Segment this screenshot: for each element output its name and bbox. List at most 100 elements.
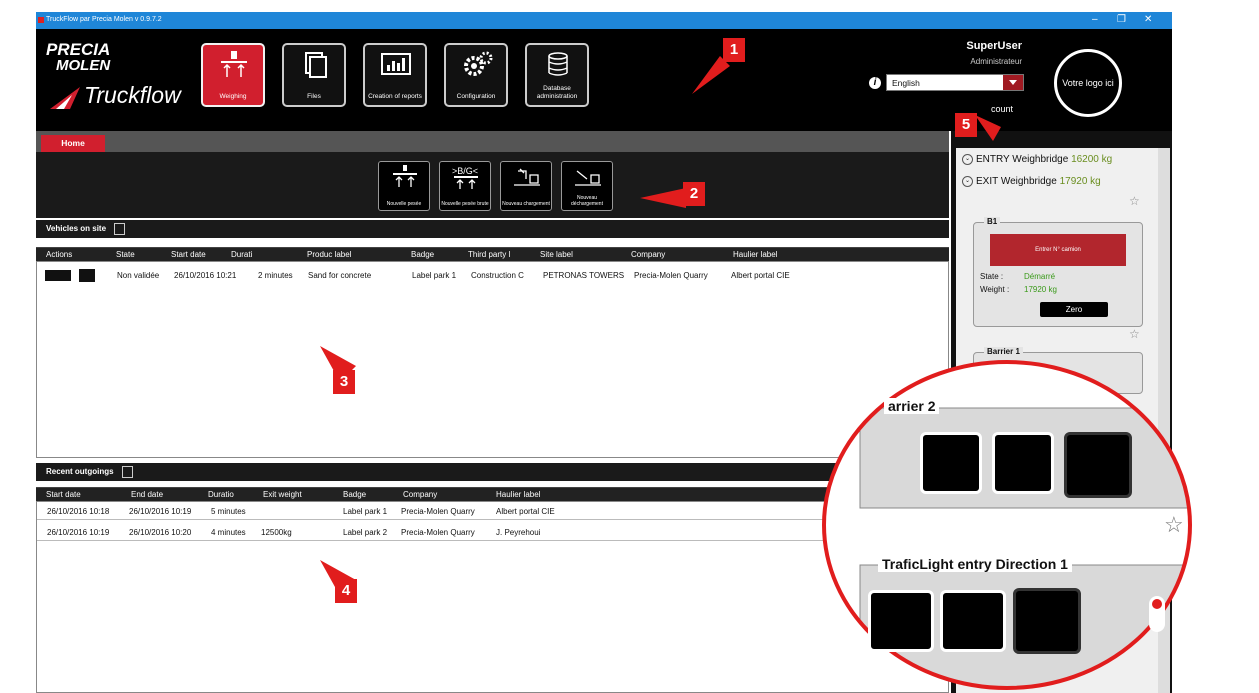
restore-icon[interactable]: ❐: [1117, 14, 1126, 25]
col-haulier-label[interactable]: Haulier label: [496, 488, 540, 501]
col-badge[interactable]: Badge: [343, 488, 366, 501]
table-row[interactable]: 26/10/2016 10:19 26/10/2016 10:20 4 minu…: [37, 525, 937, 541]
col-duration[interactable]: Durati: [231, 248, 252, 261]
col-haulier-label[interactable]: Haulier label: [733, 248, 777, 261]
col-state[interactable]: State: [116, 248, 135, 261]
nav-label: Configuration: [456, 93, 496, 100]
weighbridge-name: EXIT Weighbridge: [976, 176, 1057, 188]
tab-home[interactable]: Home: [41, 135, 105, 152]
new-gross-weighing-button[interactable]: >B/G< Nouvelle pesée brute: [439, 161, 491, 211]
quick-label: Nouvelle pesée: [386, 201, 422, 207]
nav-label: Files: [307, 93, 321, 100]
traffic-green-lock-button[interactable]: [868, 590, 934, 652]
cell-exit-weight: 12500kg: [261, 528, 292, 537]
col-company[interactable]: Company: [631, 248, 665, 261]
new-weighing-button[interactable]: Nouvelle pesée: [378, 161, 430, 211]
cell-duration: 5 minutes: [211, 507, 246, 516]
col-start-date[interactable]: Start date: [171, 248, 206, 261]
cell-company: Precia-Molen Quarry: [401, 507, 475, 516]
callout-5: 5: [955, 113, 977, 137]
quick-label: Nouveau déchargement: [571, 195, 603, 207]
loading-truck-icon: [514, 168, 540, 186]
col-company[interactable]: Company: [403, 488, 437, 501]
col-third-party[interactable]: Third party l: [468, 248, 510, 261]
b1-weight-value: 17920 kg: [1024, 285, 1057, 294]
traffic-light-status-icon: [1149, 596, 1165, 632]
star-icon[interactable]: ☆: [1164, 512, 1184, 538]
callout-3: 3: [333, 370, 355, 394]
traffic-red-lock-button[interactable]: [940, 590, 1006, 652]
chevron-down-icon[interactable]: [1003, 75, 1023, 90]
col-badge[interactable]: Badge: [411, 248, 434, 261]
star-icon[interactable]: ☆: [1129, 194, 1140, 208]
brand-line2: MOLEN: [56, 57, 111, 74]
vehicles-section-header: Vehicles on site: [36, 220, 949, 238]
new-unloading-button[interactable]: Nouveau déchargement: [561, 161, 613, 211]
cell-duration: 4 minutes: [211, 528, 246, 537]
traffic-manual-button[interactable]: [1013, 588, 1081, 654]
star-icon[interactable]: ☆: [1129, 327, 1140, 341]
cell-duration: 2 minutes: [258, 271, 293, 280]
cell-company: Precia-Molen Quarry: [634, 271, 708, 280]
nav-weighing-button[interactable]: Weighing: [201, 43, 265, 107]
gear-icon: [464, 51, 493, 76]
quick-label: Nouvelle pesée brute: [441, 201, 489, 207]
zoom-traffic-title: TraficLight entry Direction 1: [878, 556, 1072, 572]
barrier-closed-lock-button[interactable]: [992, 432, 1054, 494]
window-title: TruckFlow par Precia Molen v 0.9.7.2: [46, 16, 162, 23]
col-exit-weight[interactable]: Exit weight: [263, 488, 302, 501]
cell-end-date: 26/10/2016 10:20: [129, 528, 192, 537]
callout-1: 1: [723, 38, 745, 62]
col-duration[interactable]: Duratio: [208, 488, 234, 501]
trash-icon[interactable]: [79, 269, 95, 282]
vehicles-title: Vehicles on site: [46, 224, 107, 233]
nav-files-button[interactable]: Files: [282, 43, 346, 107]
barrier-manual-button[interactable]: [1064, 432, 1132, 498]
nav-database-button[interactable]: Database administration: [525, 43, 589, 107]
quick-label: Nouveau chargement: [502, 201, 550, 207]
callout-5-arrow: [975, 115, 1001, 141]
language-select[interactable]: English: [886, 74, 1024, 91]
info-icon[interactable]: i: [869, 77, 881, 89]
cell-badge: Label park 1: [412, 271, 457, 280]
chevron-down-icon[interactable]: ⌄: [962, 176, 973, 187]
vehicles-grid: Non validée 26/10/2016 10:21 2 minutes S…: [36, 261, 949, 458]
barrier-open-lock-button[interactable]: [920, 432, 982, 494]
outgoings-column-header: Start date End date Duratio Exit weight …: [36, 487, 949, 501]
vehicles-column-header: Actions State Start date Durati Produc l…: [36, 247, 949, 261]
zero-button[interactable]: Zero: [1040, 302, 1108, 317]
nav-label: Weighing: [219, 93, 247, 100]
cell-start-date: 26/10/2016 10:18: [47, 507, 110, 516]
col-end-date[interactable]: End date: [131, 488, 163, 501]
weighbridge-exit[interactable]: ⌄ EXIT Weighbridge 17920 kg: [962, 176, 1101, 187]
callout-2: 2: [683, 182, 705, 206]
trash-icon[interactable]: [121, 465, 133, 478]
col-product-label[interactable]: Produc label: [307, 248, 351, 261]
cell-haulier: Albert portal CIE: [731, 271, 790, 280]
chevron-down-icon[interactable]: ⌄: [962, 154, 973, 165]
nav-reports-button[interactable]: Creation of reports: [363, 43, 427, 107]
col-actions[interactable]: Actions: [46, 248, 72, 261]
table-row[interactable]: Non validée 26/10/2016 10:21 2 minutes S…: [37, 268, 937, 283]
nav-configuration-button[interactable]: Configuration: [444, 43, 508, 107]
col-site-label[interactable]: Site label: [540, 248, 573, 261]
nav-label: Creation of reports: [368, 93, 422, 100]
minimize-icon[interactable]: –: [1092, 14, 1098, 25]
new-loading-button[interactable]: Nouveau chargement: [500, 161, 552, 211]
table-row[interactable]: 26/10/2016 10:18 26/10/2016 10:19 5 minu…: [37, 504, 937, 520]
weighing-icon: [393, 165, 417, 187]
close-icon[interactable]: ✕: [1144, 14, 1152, 25]
weighbridge-entry[interactable]: ⌄ ENTRY Weighbridge 16200 kg: [962, 154, 1112, 165]
cell-company: Precia-Molen Quarry: [401, 528, 475, 537]
weigh-action-icon[interactable]: [45, 270, 71, 281]
trash-icon[interactable]: [114, 222, 126, 235]
outgoings-title: Recent outgoings: [46, 467, 114, 476]
col-start-date[interactable]: Start date: [46, 488, 81, 501]
cell-state: Non validée: [117, 271, 160, 280]
nav-label: Database administration: [536, 85, 578, 100]
database-icon: [548, 52, 568, 76]
outgoings-grid: 26/10/2016 10:18 26/10/2016 10:19 5 minu…: [36, 501, 949, 693]
cell-badge: Label park 1: [343, 507, 388, 516]
zoom-barrier2-title: arrier 2: [884, 398, 940, 414]
truck-number-display[interactable]: Entrer N° camion: [990, 234, 1126, 266]
